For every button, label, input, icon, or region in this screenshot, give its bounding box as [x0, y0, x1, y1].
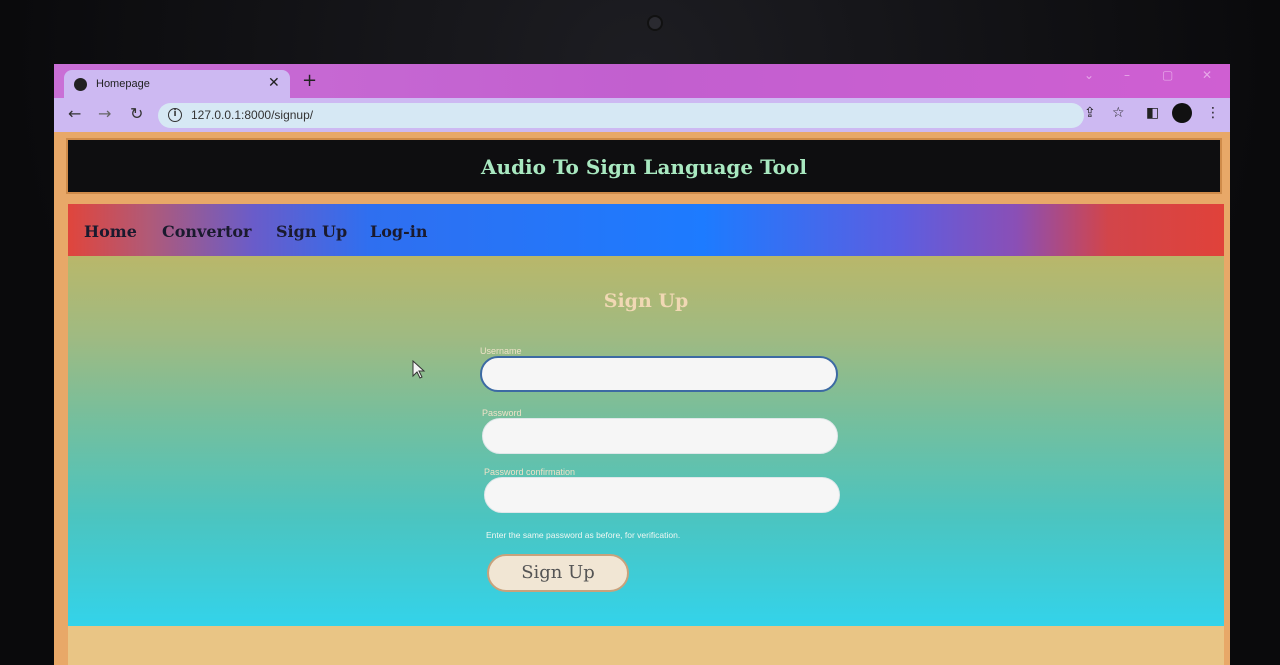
star-icon[interactable]: ☆	[1112, 106, 1125, 120]
screen: Homepage ✕ + ⌄ – ▢ ✕ ← → ↻ i 127.0.0.1:8…	[54, 64, 1230, 665]
webcam	[649, 17, 661, 29]
nav-bar: Home Convertor Sign Up Log-in	[68, 204, 1224, 256]
sign-up-button[interactable]: Sign Up	[487, 554, 629, 592]
nav-link-sign-up[interactable]: Sign Up	[276, 222, 347, 241]
username-label: Username	[480, 346, 522, 356]
restore-icon[interactable]: ▢	[1162, 68, 1173, 82]
minimize-icon[interactable]: –	[1124, 68, 1130, 82]
signup-section: Sign Up Username Password Password confi…	[68, 256, 1224, 626]
reload-icon[interactable]: ↻	[130, 106, 143, 122]
share-icon[interactable]: ⇪	[1084, 106, 1096, 120]
password-confirmation-input[interactable]	[484, 477, 840, 513]
profile-avatar-icon[interactable]	[1172, 103, 1192, 123]
favicon-icon	[74, 78, 87, 91]
tab-title: Homepage	[96, 78, 150, 90]
username-input[interactable]	[480, 356, 838, 392]
close-window-icon[interactable]: ✕	[1202, 68, 1212, 82]
chevron-down-icon[interactable]: ⌄	[1084, 68, 1094, 82]
forward-arrow-icon[interactable]: →	[98, 106, 111, 122]
password-confirmation-label: Password confirmation	[484, 467, 576, 477]
nav-link-home[interactable]: Home	[84, 222, 137, 241]
nav-link-log-in[interactable]: Log-in	[370, 222, 427, 241]
browser-toolbar: ← → ↻ i 127.0.0.1:8000/signup/ ⇪ ☆ ◧ ⋮	[54, 98, 1230, 132]
browser-tab[interactable]: Homepage ✕	[64, 70, 290, 100]
password-label: Password	[482, 408, 522, 418]
password-help-text: Enter the same password as before, for v…	[486, 530, 681, 540]
new-tab-button[interactable]: +	[302, 72, 317, 90]
side-panel-icon[interactable]: ◧	[1146, 106, 1159, 120]
address-bar[interactable]: i 127.0.0.1:8000/signup/	[158, 103, 1084, 128]
info-icon[interactable]: i	[168, 108, 182, 122]
password-input[interactable]	[482, 418, 838, 454]
footer	[68, 626, 1224, 665]
web-page: Audio To Sign Language Tool Home Convert…	[54, 132, 1230, 665]
kebab-menu-icon[interactable]: ⋮	[1206, 106, 1220, 120]
nav-link-convertor[interactable]: Convertor	[162, 222, 251, 241]
tab-close-icon[interactable]: ✕	[268, 75, 280, 91]
form-title: Sign Up	[603, 290, 689, 312]
tab-bar: Homepage ✕ + ⌄ – ▢ ✕	[54, 64, 1230, 100]
back-arrow-icon[interactable]: ←	[68, 106, 81, 122]
site-header: Audio To Sign Language Tool	[66, 138, 1222, 194]
url-text: 127.0.0.1:8000/signup/	[191, 108, 314, 122]
site-title: Audio To Sign Language Tool	[481, 155, 807, 179]
